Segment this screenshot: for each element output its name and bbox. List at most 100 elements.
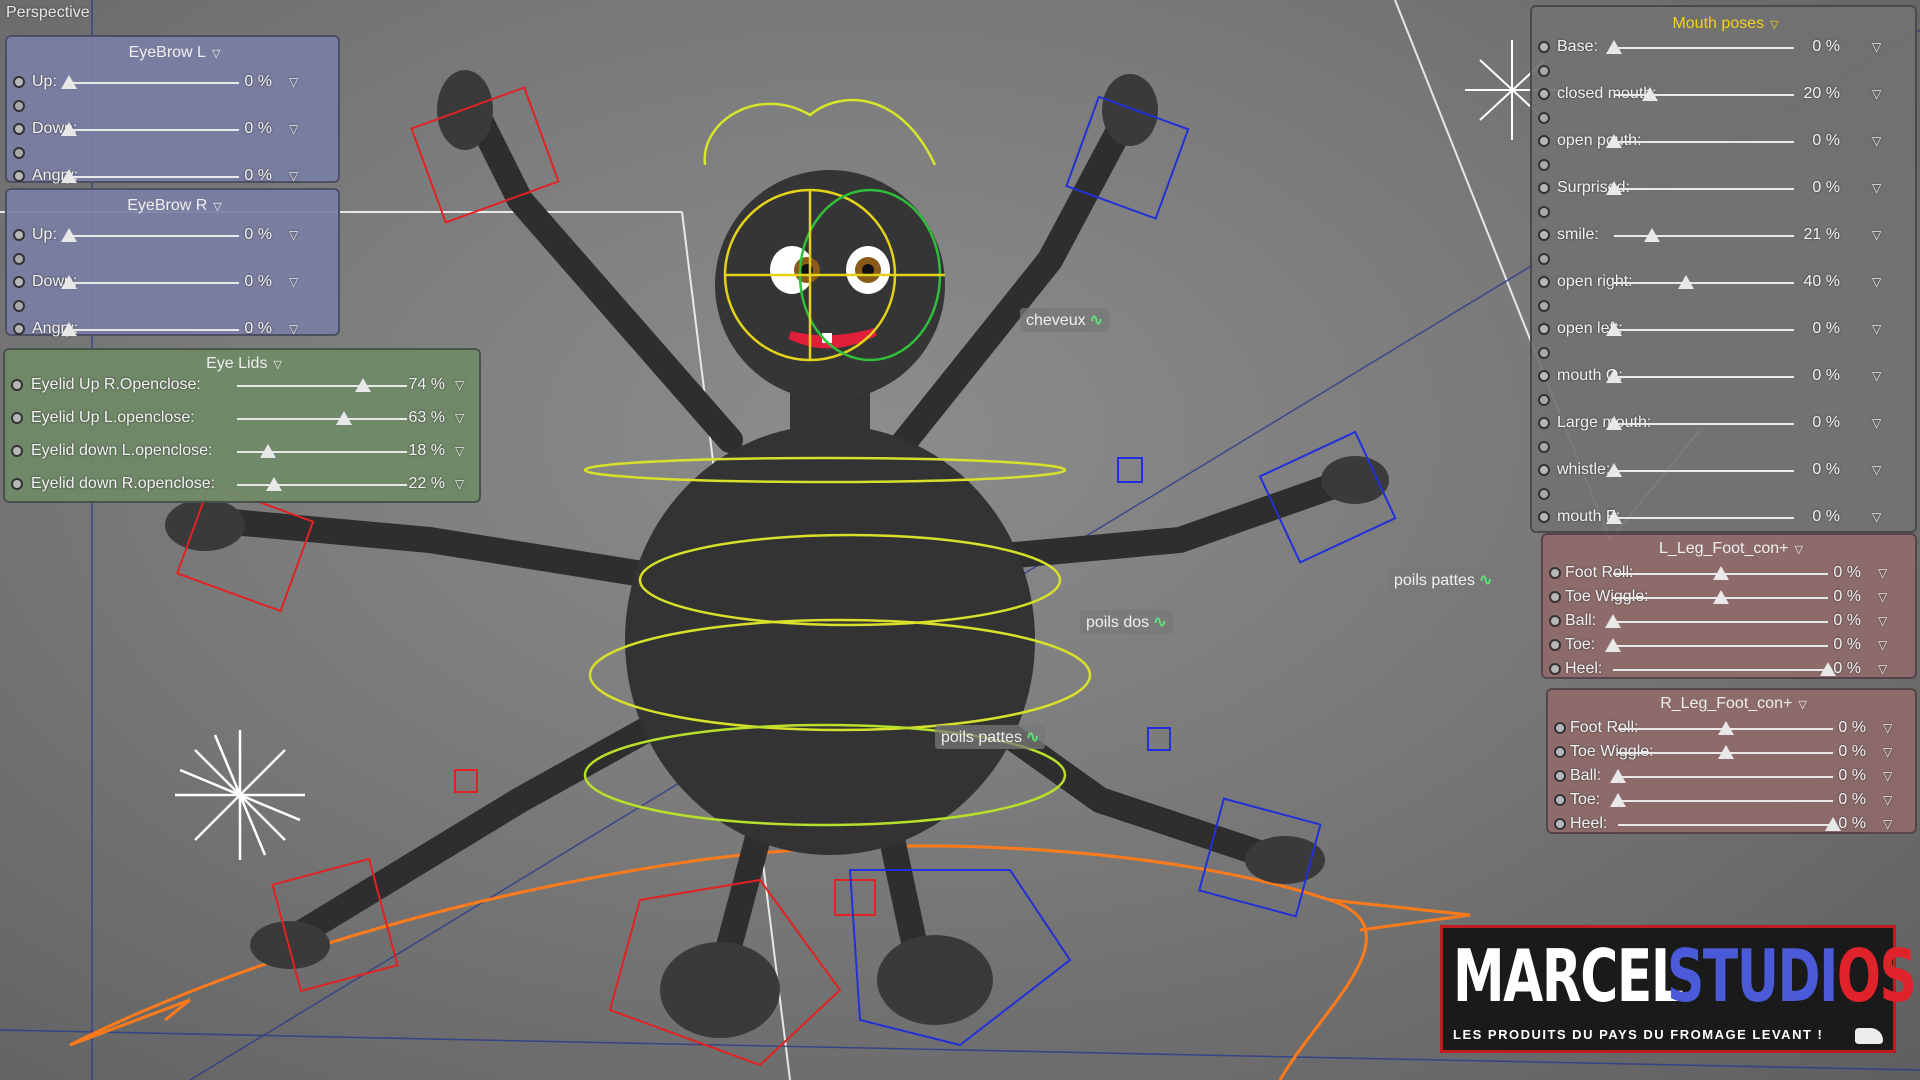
slider-thumb[interactable] — [1606, 510, 1622, 524]
chevron-down-icon[interactable]: ▽ — [289, 322, 298, 336]
key-radio-button[interactable] — [1554, 770, 1566, 782]
slider-track[interactable] — [1614, 517, 1794, 519]
key-radio-button[interactable] — [1538, 488, 1550, 500]
dropdown-icon[interactable]: ▽ — [1798, 698, 1806, 711]
key-radio-button[interactable] — [11, 379, 23, 391]
slider-thumb[interactable] — [1642, 87, 1658, 101]
slider-thumb[interactable] — [61, 122, 77, 136]
key-radio-button[interactable] — [1538, 441, 1550, 453]
key-radio-button[interactable] — [1538, 417, 1550, 429]
slider-track[interactable] — [1618, 824, 1833, 826]
slider-thumb[interactable] — [1712, 590, 1729, 604]
chevron-down-icon[interactable]: ▽ — [1872, 228, 1881, 242]
slider-thumb[interactable] — [61, 275, 77, 289]
key-radio-button[interactable] — [1538, 229, 1550, 241]
chevron-down-icon[interactable]: ▽ — [455, 378, 464, 392]
chevron-down-icon[interactable]: ▽ — [1872, 275, 1881, 289]
hair-tag-poils-pattes-center[interactable]: poils pattes ∿ — [935, 725, 1046, 749]
slider-track[interactable] — [1614, 423, 1794, 425]
slider-thumb[interactable] — [354, 378, 371, 392]
chevron-down-icon[interactable]: ▽ — [1872, 181, 1881, 195]
slider-thumb[interactable] — [1606, 416, 1622, 430]
key-radio-button[interactable] — [13, 323, 25, 335]
slider-thumb[interactable] — [61, 322, 77, 336]
key-radio-button[interactable] — [1549, 591, 1561, 603]
dropdown-icon[interactable]: ▽ — [212, 47, 220, 60]
key-radio-button[interactable] — [1538, 206, 1550, 218]
key-radio-button[interactable] — [13, 300, 25, 312]
key-radio-button[interactable] — [1549, 639, 1561, 651]
chevron-down-icon[interactable]: ▽ — [1883, 817, 1892, 831]
slider-track[interactable] — [237, 484, 407, 486]
chevron-down-icon[interactable]: ▽ — [1878, 662, 1887, 676]
key-radio-button[interactable] — [13, 76, 25, 88]
slider-track[interactable] — [1618, 800, 1833, 802]
slider-track[interactable] — [237, 385, 407, 387]
panel-title[interactable]: Mouth poses ▽ — [1532, 15, 1919, 33]
key-radio-button[interactable] — [13, 100, 25, 112]
chevron-down-icon[interactable]: ▽ — [1872, 510, 1881, 524]
key-radio-button[interactable] — [13, 253, 25, 265]
key-radio-button[interactable] — [13, 170, 25, 182]
slider-track[interactable] — [1614, 47, 1794, 49]
chevron-down-icon[interactable]: ▽ — [455, 411, 464, 425]
key-radio-button[interactable] — [1538, 159, 1550, 171]
slider-thumb[interactable] — [1643, 228, 1660, 242]
chevron-down-icon[interactable]: ▽ — [1878, 590, 1887, 604]
chevron-down-icon[interactable]: ▽ — [1872, 87, 1881, 101]
slider-track[interactable] — [1614, 470, 1794, 472]
slider-thumb[interactable] — [1605, 638, 1621, 652]
slider-track[interactable] — [1614, 329, 1794, 331]
slider-thumb[interactable] — [1606, 463, 1622, 477]
key-radio-button[interactable] — [1538, 65, 1550, 77]
key-radio-button[interactable] — [11, 412, 23, 424]
key-radio-button[interactable] — [1549, 663, 1561, 675]
slider-thumb[interactable] — [259, 444, 276, 458]
key-radio-button[interactable] — [1538, 464, 1550, 476]
key-radio-button[interactable] — [11, 478, 23, 490]
key-radio-button[interactable] — [1538, 112, 1550, 124]
key-radio-button[interactable] — [1554, 818, 1566, 830]
panel-title[interactable]: EyeBrow L ▽ — [7, 44, 342, 62]
slider-thumb[interactable] — [1712, 566, 1729, 580]
slider-thumb[interactable] — [1717, 721, 1734, 735]
key-radio-button[interactable] — [1554, 746, 1566, 758]
chevron-down-icon[interactable]: ▽ — [1883, 793, 1892, 807]
chevron-down-icon[interactable]: ▽ — [1872, 134, 1881, 148]
key-radio-button[interactable] — [1538, 276, 1550, 288]
slider-thumb[interactable] — [61, 169, 77, 183]
slider-track[interactable] — [1614, 188, 1794, 190]
key-radio-button[interactable] — [1538, 323, 1550, 335]
key-radio-button[interactable] — [1549, 567, 1561, 579]
slider-thumb[interactable] — [1605, 614, 1621, 628]
chevron-down-icon[interactable]: ▽ — [289, 75, 298, 89]
key-radio-button[interactable] — [13, 123, 25, 135]
chevron-down-icon[interactable]: ▽ — [1872, 416, 1881, 430]
slider-track[interactable] — [1613, 645, 1828, 647]
key-radio-button[interactable] — [1538, 41, 1550, 53]
panel-title[interactable]: Eye Lids ▽ — [5, 355, 483, 373]
key-radio-button[interactable] — [13, 229, 25, 241]
key-radio-button[interactable] — [13, 276, 25, 288]
chevron-down-icon[interactable]: ▽ — [289, 169, 298, 183]
hair-tag-cheveux[interactable]: cheveux ∿ — [1020, 308, 1109, 332]
key-radio-button[interactable] — [1554, 794, 1566, 806]
key-radio-button[interactable] — [1538, 253, 1550, 265]
slider-thumb[interactable] — [1678, 275, 1694, 289]
chevron-down-icon[interactable]: ▽ — [289, 275, 298, 289]
chevron-down-icon[interactable]: ▽ — [1883, 769, 1892, 783]
dropdown-icon[interactable]: ▽ — [1770, 18, 1778, 31]
panel-title[interactable]: L_Leg_Foot_con+ ▽ — [1543, 540, 1919, 558]
slider-thumb[interactable] — [1717, 745, 1734, 759]
key-radio-button[interactable] — [1549, 615, 1561, 627]
hair-tag-poils-pattes[interactable]: poils pattes ∿ — [1388, 568, 1499, 592]
chevron-down-icon[interactable]: ▽ — [1878, 566, 1887, 580]
slider-track[interactable] — [1613, 621, 1828, 623]
slider-thumb[interactable] — [266, 477, 283, 491]
slider-thumb[interactable] — [1606, 181, 1622, 195]
key-radio-button[interactable] — [13, 147, 25, 159]
chevron-down-icon[interactable]: ▽ — [1883, 745, 1892, 759]
slider-track[interactable] — [1614, 94, 1794, 96]
chevron-down-icon[interactable]: ▽ — [455, 477, 464, 491]
slider-track[interactable] — [1614, 235, 1794, 237]
